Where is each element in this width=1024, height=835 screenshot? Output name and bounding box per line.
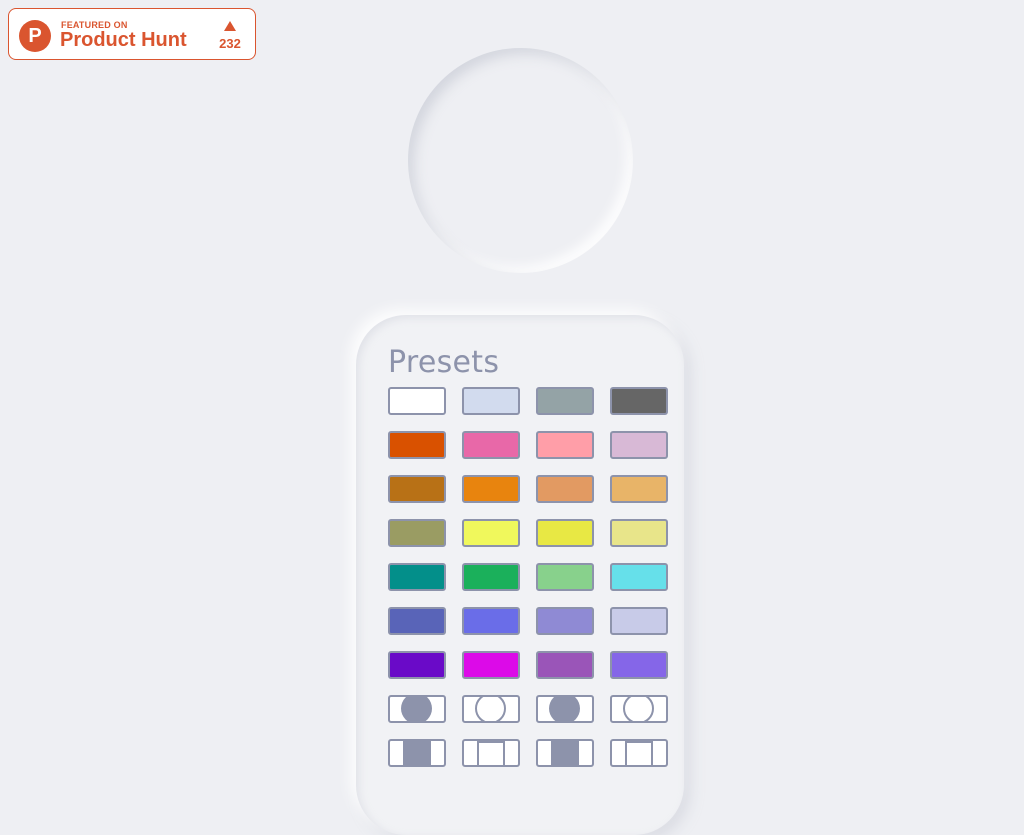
- preset-swatch[interactable]: [388, 475, 446, 503]
- preset-shape-square-outline[interactable]: [610, 739, 668, 767]
- preset-swatch[interactable]: [462, 563, 520, 591]
- product-hunt-logo-letter: P: [28, 25, 42, 47]
- preset-shape-circle-filled[interactable]: [388, 695, 446, 723]
- preset-shape-square-filled[interactable]: [536, 739, 594, 767]
- preset-swatch[interactable]: [388, 387, 446, 415]
- square-outline-icon: [477, 741, 505, 765]
- preset-swatch[interactable]: [610, 475, 668, 503]
- square-outline-icon: [625, 741, 653, 765]
- preset-swatch[interactable]: [610, 519, 668, 547]
- preset-swatch[interactable]: [462, 607, 520, 635]
- preset-swatch[interactable]: [610, 607, 668, 635]
- preset-swatch[interactable]: [610, 563, 668, 591]
- preset-swatch[interactable]: [536, 563, 594, 591]
- preset-swatch[interactable]: [462, 431, 520, 459]
- square-filled-icon: [403, 741, 431, 765]
- preset-shape-circle-outline[interactable]: [462, 695, 520, 723]
- preset-shape-circle-outline[interactable]: [610, 695, 668, 723]
- preset-swatch[interactable]: [462, 651, 520, 679]
- preset-shape-square-outline[interactable]: [462, 739, 520, 767]
- product-hunt-badge[interactable]: P FEATURED ON Product Hunt 232: [8, 8, 256, 60]
- preset-swatch[interactable]: [536, 519, 594, 547]
- preset-swatch[interactable]: [388, 651, 446, 679]
- product-hunt-logo-icon: P: [19, 20, 51, 52]
- preset-swatch[interactable]: [610, 651, 668, 679]
- circle-filled-icon: [549, 697, 580, 721]
- preset-shape-square-filled[interactable]: [388, 739, 446, 767]
- color-preview-circle: [408, 48, 633, 273]
- preset-shape-circle-filled[interactable]: [536, 695, 594, 723]
- circle-outline-icon: [475, 697, 506, 721]
- preset-swatch[interactable]: [388, 431, 446, 459]
- circle-filled-icon: [401, 697, 432, 721]
- square-filled-icon: [551, 741, 579, 765]
- preset-swatch[interactable]: [536, 607, 594, 635]
- presets-title: Presets: [388, 345, 500, 380]
- preset-swatch[interactable]: [388, 607, 446, 635]
- preset-swatch[interactable]: [536, 475, 594, 503]
- preset-swatch[interactable]: [610, 431, 668, 459]
- product-hunt-label: Product Hunt: [60, 29, 187, 51]
- circle-outline-icon: [623, 697, 654, 721]
- preset-swatch[interactable]: [388, 519, 446, 547]
- preset-swatch[interactable]: [536, 431, 594, 459]
- preset-swatch[interactable]: [462, 387, 520, 415]
- preset-swatch[interactable]: [388, 563, 446, 591]
- upvote-triangle-icon: [224, 21, 236, 31]
- presets-panel: Presets: [356, 315, 684, 835]
- preset-swatch[interactable]: [536, 651, 594, 679]
- preset-swatch[interactable]: [462, 475, 520, 503]
- upvote-count: 232: [219, 36, 241, 51]
- preset-swatch[interactable]: [536, 387, 594, 415]
- preset-swatch[interactable]: [462, 519, 520, 547]
- preset-swatch[interactable]: [610, 387, 668, 415]
